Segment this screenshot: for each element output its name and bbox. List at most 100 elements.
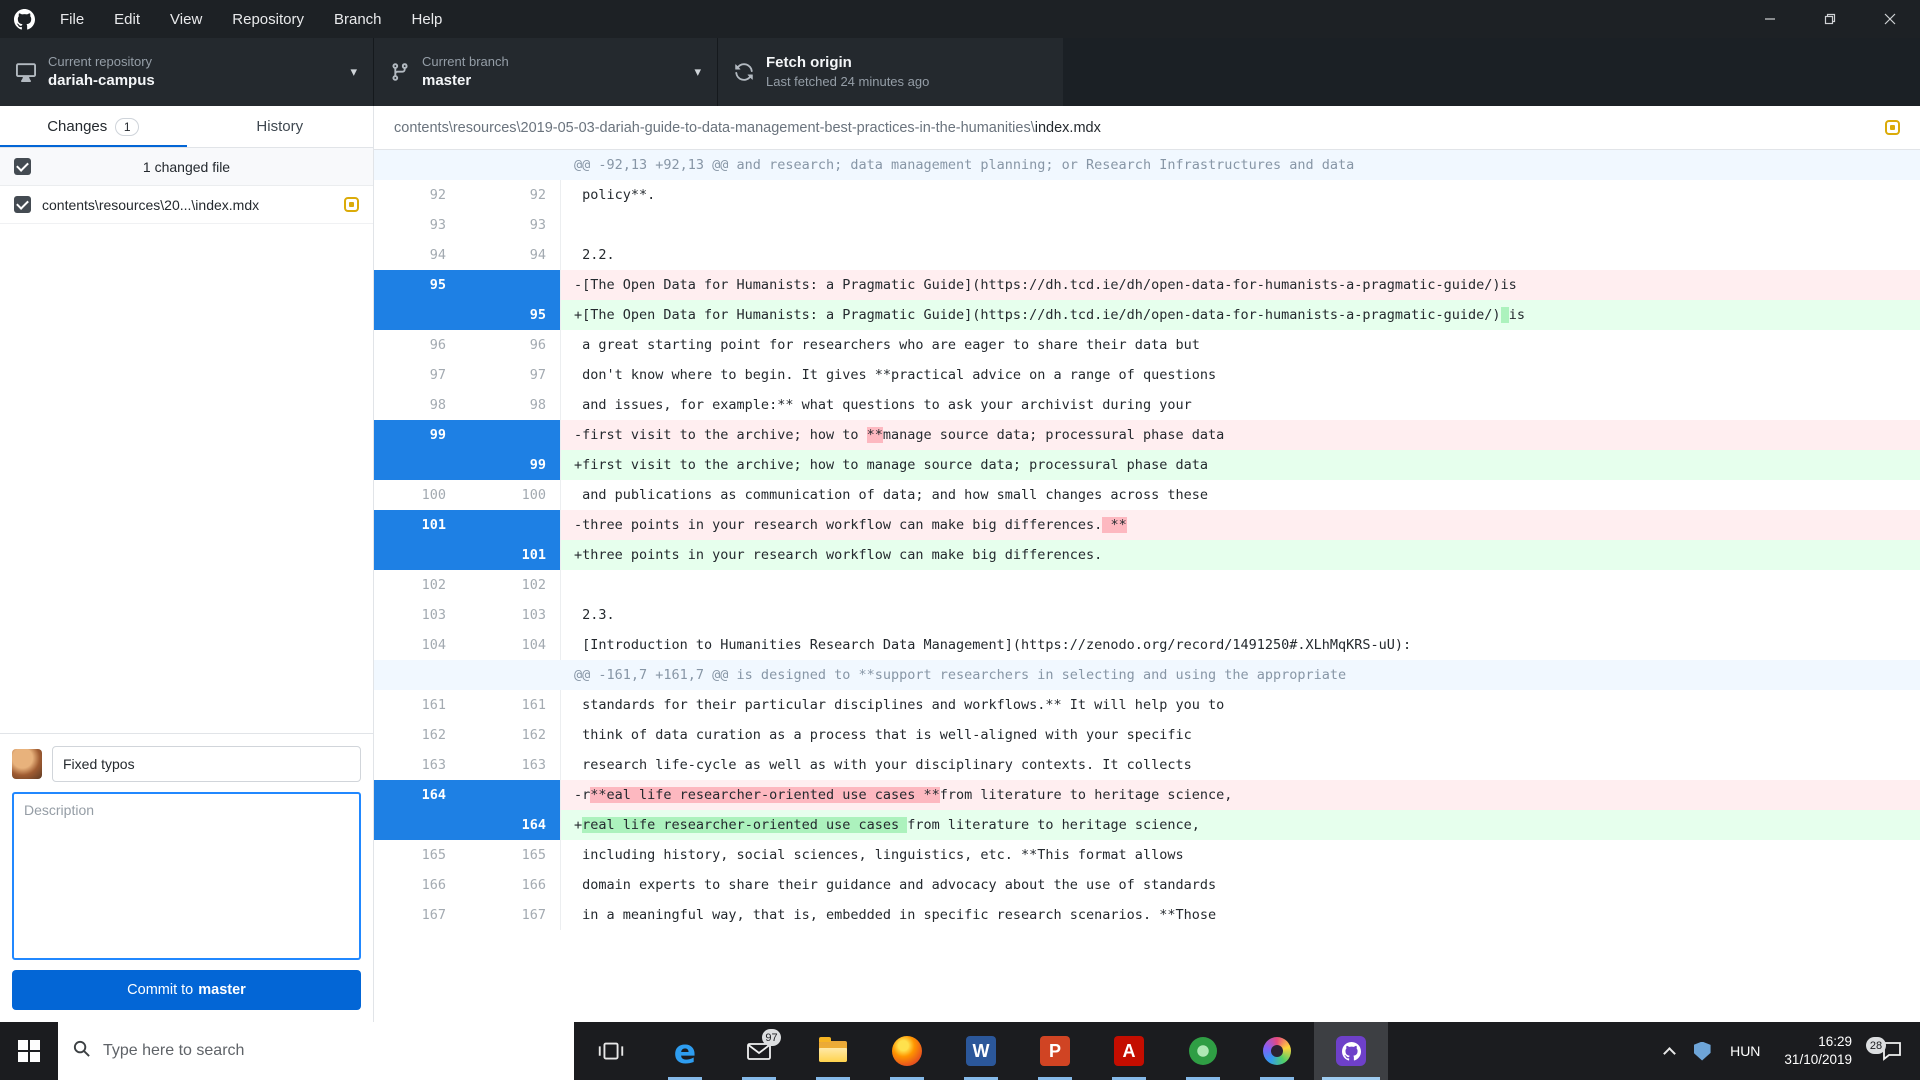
- tab-history[interactable]: History: [187, 106, 374, 147]
- diff-lines: @@ -92,13 +92,13 @@ and research; data m…: [374, 150, 1920, 1022]
- new-line-number[interactable]: [460, 420, 560, 450]
- new-line-number: 161: [460, 690, 560, 720]
- menu-item-view[interactable]: View: [155, 0, 217, 38]
- diff-panel: contents\resources\2019-05-03-dariah-gui…: [374, 106, 1920, 1022]
- new-line-number[interactable]: 164: [460, 810, 560, 840]
- file-list-empty-space: [0, 224, 373, 733]
- diff-line-text: [560, 570, 1920, 600]
- new-line-number[interactable]: [460, 780, 560, 810]
- taskbar-search[interactable]: Type here to search: [58, 1022, 574, 1080]
- diff-line-text: -r**eal life researcher-oriented use cas…: [560, 780, 1920, 810]
- taskbar-app-word[interactable]: [944, 1022, 1018, 1080]
- diff-line-text: 2.2.: [560, 240, 1920, 270]
- fetch-origin-button[interactable]: Fetch origin Last fetched 24 minutes ago: [718, 38, 1063, 106]
- language-indicator[interactable]: HUN: [1718, 1043, 1772, 1059]
- tray-expand-button[interactable]: [1652, 1045, 1686, 1058]
- close-button[interactable]: [1860, 0, 1920, 38]
- new-line-number[interactable]: 95: [460, 300, 560, 330]
- new-line-number: 100: [460, 480, 560, 510]
- diff-row-add[interactable]: 164+real life researcher-oriented use ca…: [374, 810, 1920, 840]
- mail-unread-badge: 97: [762, 1029, 781, 1046]
- changes-count-badge: 1: [115, 118, 139, 136]
- green-app-icon: [1189, 1037, 1217, 1065]
- diff-line-text: @@ -161,7 +161,7 @@ is designed to **sup…: [560, 660, 1920, 690]
- sidebar-tabs: Changes 1 History: [0, 106, 373, 148]
- diff-row-context: 9494 2.2.: [374, 240, 1920, 270]
- new-line-number: 96: [460, 330, 560, 360]
- file-include-checkbox[interactable]: [14, 196, 31, 213]
- diff-row-del[interactable]: 99 -first visit to the archive; how to **…: [374, 420, 1920, 450]
- current-repository-dropdown[interactable]: Current repository dariah-campus ▾: [0, 38, 374, 106]
- old-line-number[interactable]: 101: [374, 510, 460, 540]
- branch-label: Current branch: [422, 53, 509, 71]
- commit-button[interactable]: Commit to master: [12, 970, 361, 1010]
- modified-file-icon: [344, 197, 359, 212]
- taskbar-app-palette[interactable]: [1240, 1022, 1314, 1080]
- diff-row-context: 9696 a great starting point for research…: [374, 330, 1920, 360]
- clock[interactable]: 16:29 31/10/2019: [1772, 1033, 1864, 1069]
- old-line-number[interactable]: 99: [374, 420, 460, 450]
- diff-line-text: 2.3.: [560, 600, 1920, 630]
- menu-items: FileEditViewRepositoryBranchHelp: [45, 0, 457, 38]
- chevron-down-icon: ▾: [684, 64, 701, 80]
- diff-line-text: standards for their particular disciplin…: [560, 690, 1920, 720]
- new-line-number[interactable]: [460, 270, 560, 300]
- notification-center-button[interactable]: 28: [1864, 1039, 1920, 1063]
- commit-description-textarea[interactable]: [12, 792, 361, 960]
- taskbar-app-acrobat[interactable]: [1092, 1022, 1166, 1080]
- start-button[interactable]: [0, 1022, 58, 1080]
- old-line-number: 167: [374, 900, 460, 930]
- menu-item-help[interactable]: Help: [397, 0, 458, 38]
- diff-row-del[interactable]: 164 -r**eal life researcher-oriented use …: [374, 780, 1920, 810]
- diff-row-context: 163163 research life-cycle as well as wi…: [374, 750, 1920, 780]
- diff-row-add[interactable]: 95+[The Open Data for Humanists: a Pragm…: [374, 300, 1920, 330]
- taskbar-app-file-explorer[interactable]: [796, 1022, 870, 1080]
- branch-name: master: [422, 71, 509, 91]
- diff-row-context: 161161 standards for their particular di…: [374, 690, 1920, 720]
- diff-line-text: -first visit to the archive; how to **ma…: [560, 420, 1920, 450]
- diff-row-add[interactable]: 99+first visit to the archive; how to ma…: [374, 450, 1920, 480]
- diff-row-del[interactable]: 101-three points in your research workfl…: [374, 510, 1920, 540]
- github-desktop-icon: [1336, 1036, 1366, 1066]
- old-line-number[interactable]: [374, 810, 460, 840]
- diff-row-del[interactable]: 95-[The Open Data for Humanists: a Pragm…: [374, 270, 1920, 300]
- sync-icon: [734, 62, 754, 82]
- old-line-number[interactable]: 164: [374, 780, 460, 810]
- tray-app-button[interactable]: [1686, 1042, 1718, 1061]
- commit-summary-input[interactable]: [52, 746, 361, 782]
- menu-item-branch[interactable]: Branch: [319, 0, 397, 38]
- new-line-number[interactable]: 101: [460, 540, 560, 570]
- taskbar-app-mail[interactable]: 97: [722, 1022, 796, 1080]
- edge-icon: [674, 1032, 696, 1071]
- repository-icon: [16, 62, 36, 82]
- old-line-number[interactable]: 95: [374, 270, 460, 300]
- diff-line-text: think of data curation as a process that…: [560, 720, 1920, 750]
- taskbar-app-github-desktop[interactable]: [1314, 1022, 1388, 1080]
- taskbar-app-edge[interactable]: [648, 1022, 722, 1080]
- menu-item-file[interactable]: File: [45, 0, 99, 38]
- diff-row-context: 9292 policy**.: [374, 180, 1920, 210]
- tab-changes[interactable]: Changes 1: [0, 106, 187, 147]
- taskbar-app-firefox[interactable]: [870, 1022, 944, 1080]
- task-view-button[interactable]: [574, 1022, 648, 1080]
- select-all-checkbox[interactable]: [14, 158, 31, 175]
- clock-date: 31/10/2019: [1784, 1051, 1852, 1069]
- new-line-number: 94: [460, 240, 560, 270]
- taskbar-app-green[interactable]: [1166, 1022, 1240, 1080]
- old-line-number[interactable]: [374, 450, 460, 480]
- diff-row-add[interactable]: 101+three points in your research workfl…: [374, 540, 1920, 570]
- restore-button[interactable]: [1800, 0, 1860, 38]
- menu-item-edit[interactable]: Edit: [99, 0, 155, 38]
- current-branch-dropdown[interactable]: Current branch master ▾: [374, 38, 718, 106]
- minimize-button[interactable]: [1740, 0, 1800, 38]
- tab-history-label: History: [256, 118, 303, 135]
- changed-file-row[interactable]: contents\resources\20...\index.mdx: [0, 186, 373, 224]
- old-line-number[interactable]: [374, 300, 460, 330]
- changed-files-count: 1 changed file: [0, 159, 373, 175]
- taskbar-app-powerpoint[interactable]: [1018, 1022, 1092, 1080]
- new-line-number[interactable]: 99: [460, 450, 560, 480]
- old-line-number[interactable]: [374, 540, 460, 570]
- menu-item-repository[interactable]: Repository: [217, 0, 319, 38]
- fetch-subtitle: Last fetched 24 minutes ago: [766, 73, 929, 91]
- new-line-number[interactable]: [460, 510, 560, 540]
